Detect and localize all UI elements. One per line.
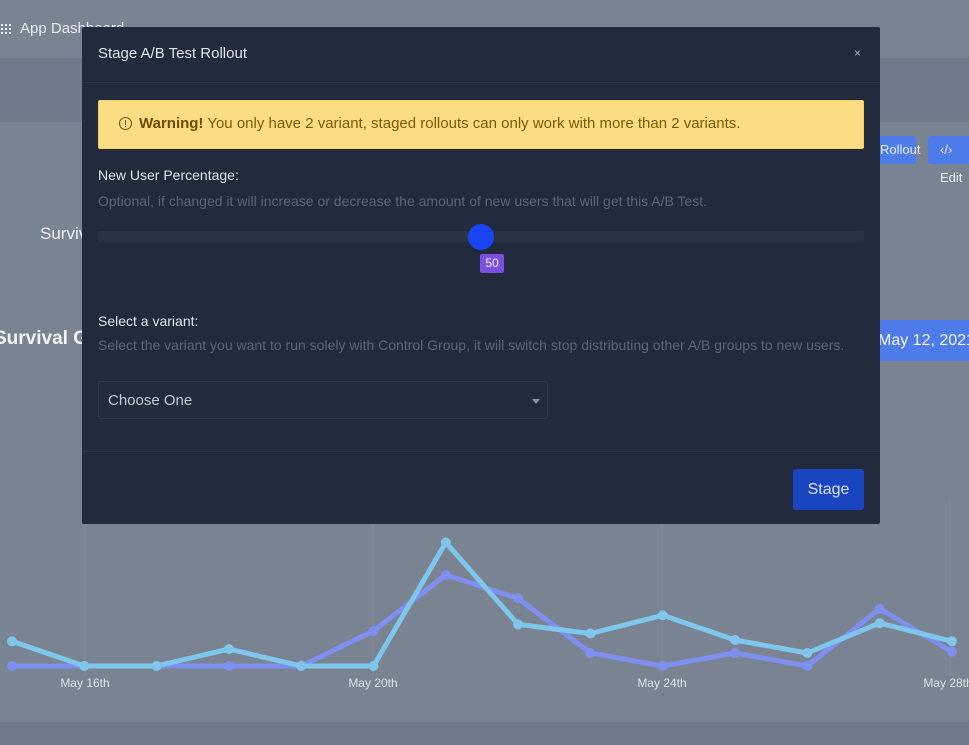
code-icon: ‹/› [940, 142, 953, 157]
data-point [874, 603, 885, 614]
data-point [368, 661, 379, 671]
select-variant-label: Select a variant: [98, 313, 199, 329]
data-point [946, 646, 957, 657]
data-point [802, 661, 813, 671]
stage-button[interactable]: Stage [793, 469, 864, 510]
variant-select[interactable]: Choose One [98, 381, 548, 419]
data-point [657, 610, 668, 621]
data-point [440, 537, 451, 548]
data-point [730, 648, 740, 658]
percentage-slider-thumb[interactable] [468, 224, 494, 250]
date-range-chip[interactable]: May 12, 2021 [866, 320, 969, 361]
x-tick-label: May 24th [637, 676, 686, 690]
data-point [223, 661, 234, 671]
grid-icon [1, 24, 11, 34]
survival-goal-chart: May 16th May 20th May 24th May 28th [7, 500, 969, 690]
modal-title: Stage A/B Test Rollout [98, 45, 247, 62]
data-point [368, 625, 379, 636]
data-point [440, 570, 451, 580]
warning-alert: Warning! You only have 2 variant, staged… [98, 100, 864, 149]
warning-strong: Warning! [139, 115, 204, 132]
info-circle-icon [119, 117, 132, 130]
warning-message: You only have 2 variant, staged rollouts… [203, 115, 741, 132]
data-point [585, 628, 596, 639]
data-point [151, 661, 162, 671]
data-point [513, 619, 524, 630]
x-tick-label: May 20th [348, 676, 397, 690]
percentage-value-badge: 50 [480, 254, 504, 273]
select-variant-help: Select the variant you want to run solel… [98, 337, 845, 353]
data-point [7, 636, 17, 647]
data-point [223, 644, 234, 655]
x-tick-label: May 16th [60, 676, 109, 690]
edit-button[interactable]: ‹/› Edit [928, 136, 969, 185]
warning-text: Warning! You only have 2 variant, staged… [139, 115, 740, 132]
data-point [79, 661, 90, 671]
data-point [513, 593, 524, 604]
x-tick-label: May 28th [923, 676, 969, 690]
data-point [874, 618, 885, 629]
data-point [730, 635, 740, 645]
data-point [296, 661, 307, 671]
data-point [946, 636, 957, 647]
data-point [585, 648, 596, 658]
data-point [7, 661, 17, 671]
caret-down-icon [532, 399, 540, 404]
variant-select-value: Choose One [108, 392, 193, 409]
modal-footer: Stage [82, 451, 880, 524]
close-icon[interactable]: × [854, 46, 861, 60]
data-point [802, 648, 813, 658]
new-user-percentage-help: Optional, if changed it will increase or… [98, 193, 708, 209]
new-user-percentage-label: New User Percentage: [98, 167, 239, 183]
modal-header: Stage A/B Test Rollout × [82, 27, 880, 83]
data-point [657, 661, 668, 671]
stage-rollout-modal: Stage A/B Test Rollout × Warning! You on… [82, 27, 880, 524]
series-line-1 [11, 540, 953, 669]
